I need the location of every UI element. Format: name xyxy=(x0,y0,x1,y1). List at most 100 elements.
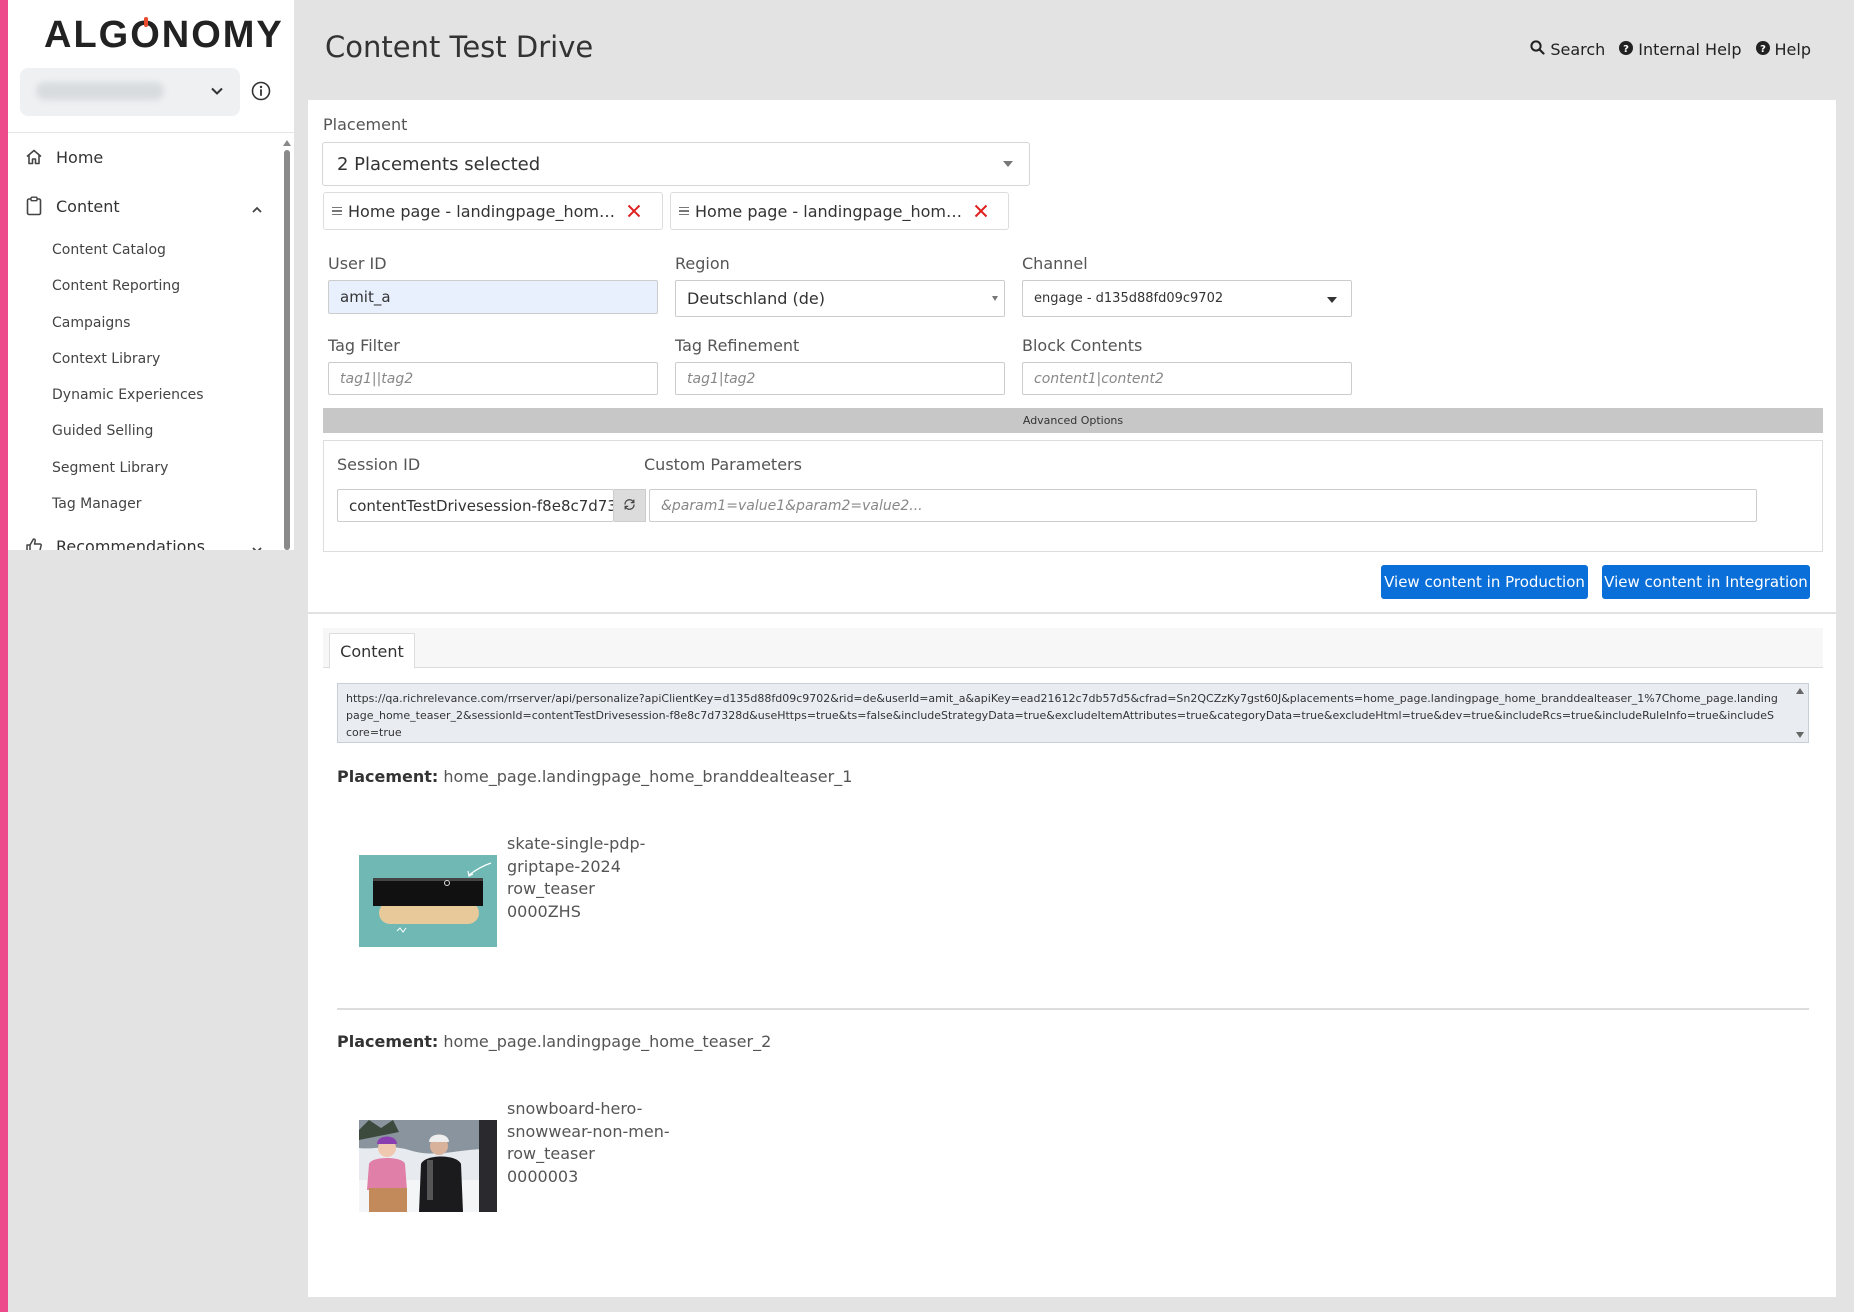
chevron-up-icon[interactable] xyxy=(250,202,264,216)
question-circle-icon: ? xyxy=(1755,40,1770,59)
product-image-snowboard xyxy=(359,1120,497,1212)
sidebar-subitem-campaigns[interactable]: Campaigns xyxy=(52,315,130,331)
product-line: snowwear-non-men- xyxy=(507,1121,670,1141)
placement-name: home_page.landingpage_home_branddealteas… xyxy=(443,767,853,786)
sidebar-item-home[interactable]: Home xyxy=(24,147,103,167)
product-line: row_teaser xyxy=(507,879,595,898)
question-circle-icon: ? xyxy=(1619,40,1634,59)
tag-refinement-input[interactable]: tag1|tag2 xyxy=(675,362,1005,395)
account-name-redacted xyxy=(36,82,164,100)
sidebar-subitem-context-library[interactable]: Context Library xyxy=(52,351,160,367)
session-id-label: Session ID xyxy=(337,455,421,474)
help-label: Help xyxy=(1774,40,1811,59)
advanced-options-toggle[interactable]: Advanced Options xyxy=(323,408,1823,433)
sidebar-subitem-tag-manager[interactable]: Tag Manager xyxy=(52,496,142,512)
placement-divider xyxy=(337,1008,1809,1010)
drag-handle-icon[interactable] xyxy=(679,206,689,216)
product-line: 0000ZHS xyxy=(507,901,581,921)
sidebar-item-label: Recommendations xyxy=(56,536,205,551)
page-title: Content Test Drive xyxy=(325,30,594,64)
placement-chip-label: Home page - landingpage_home_teaser_2 xyxy=(695,201,967,221)
product-line: row_teaser xyxy=(507,1144,595,1163)
search-link[interactable]: Search xyxy=(1530,40,1605,59)
request-url-box[interactable]: https://qa.richrelevance.com/rrserver/ap… xyxy=(337,683,1809,743)
svg-text:?: ? xyxy=(1760,44,1766,55)
refresh-session-button[interactable] xyxy=(614,489,646,522)
sidebar-separator xyxy=(8,132,294,133)
session-id-input[interactable]: contentTestDrivesession-f8e8c7d7328d xyxy=(337,489,614,522)
tag-refinement-placeholder: tag1|tag2 xyxy=(687,371,756,387)
view-production-button[interactable]: View content in Production xyxy=(1381,565,1588,599)
tag-filter-placeholder: tag1||tag2 xyxy=(340,371,414,387)
region-select[interactable]: Deutschland (de) xyxy=(675,280,1005,317)
svg-text:?: ? xyxy=(1623,44,1629,55)
block-contents-placeholder: content1|content2 xyxy=(1034,371,1164,387)
advanced-options-panel: Session ID contentTestDrivesession-f8e8c… xyxy=(323,440,1823,552)
placement-chip[interactable]: Home page - landingpage_home_branddealte… xyxy=(323,192,663,230)
channel-select[interactable]: engage - d135d88fd09c9702 xyxy=(1022,280,1352,317)
tag-refinement-label: Tag Refinement xyxy=(675,336,800,355)
internal-help-label: Internal Help xyxy=(1638,40,1742,59)
sidebar-subitem-dynamic-experiences[interactable]: Dynamic Experiences xyxy=(52,387,204,403)
remove-icon[interactable] xyxy=(626,203,642,219)
scroll-down-arrow-icon[interactable] xyxy=(1796,732,1804,738)
custom-params-label: Custom Parameters xyxy=(644,455,802,474)
region-value: Deutschland (de) xyxy=(687,289,825,308)
product-line: skate-single-pdp- xyxy=(507,834,646,853)
placement-label: Placement xyxy=(323,115,408,134)
chevron-down-icon[interactable] xyxy=(250,542,264,550)
sidebar-subitem-segment-library[interactable]: Segment Library xyxy=(52,460,168,476)
custom-params-placeholder: &param1=value1&param2=value2... xyxy=(661,498,923,514)
product-info: skate-single-pdp- griptape-2024 row_teas… xyxy=(507,833,645,923)
user-id-input[interactable]: amit_a xyxy=(328,280,658,314)
session-id-value: contentTestDrivesession-f8e8c7d7328d xyxy=(349,497,613,515)
sidebar-item-recommendations[interactable]: Recommendations xyxy=(24,536,205,550)
sidebar-item-content[interactable]: Content xyxy=(24,196,120,216)
test-drive-card: Placement 2 Placements selected Home pag… xyxy=(308,100,1836,1297)
algonomy-logo[interactable]: ALGONOMY xyxy=(44,14,284,57)
internal-help-link[interactable]: ? Internal Help xyxy=(1619,40,1742,59)
drag-handle-icon[interactable] xyxy=(332,206,342,216)
placement-name: home_page.landingpage_home_teaser_2 xyxy=(443,1032,772,1051)
section-divider xyxy=(308,612,1836,614)
block-contents-input[interactable]: content1|content2 xyxy=(1022,362,1352,395)
sidebar-item-label: Home xyxy=(56,147,104,167)
view-integration-button[interactable]: View content in Integration xyxy=(1602,565,1810,599)
account-selector[interactable] xyxy=(20,68,240,116)
custom-params-input[interactable]: &param1=value1&param2=value2... xyxy=(649,489,1757,522)
region-label: Region xyxy=(675,254,730,273)
placement-chip[interactable]: Home page - landingpage_home_teaser_2 xyxy=(670,192,1009,230)
clipboard-icon xyxy=(24,196,44,216)
channel-label: Channel xyxy=(1022,254,1088,273)
sidebar-scrollbar[interactable] xyxy=(282,140,292,550)
tag-filter-input[interactable]: tag1||tag2 xyxy=(328,362,658,395)
thumbs-up-icon xyxy=(24,536,44,550)
request-url-text: https://qa.richrelevance.com/rrserver/ap… xyxy=(346,692,1778,739)
refresh-icon xyxy=(623,496,636,515)
info-icon[interactable] xyxy=(250,80,272,102)
brand-accent-bar xyxy=(0,0,8,1312)
chevron-down-icon xyxy=(206,80,228,102)
search-icon xyxy=(1530,40,1545,59)
sidebar-nav: Home Content Content Catalog Content Rep… xyxy=(8,140,278,550)
sidebar-subitem-guided-selling[interactable]: Guided Selling xyxy=(52,423,153,439)
sidebar-subitem-content-reporting[interactable]: Content Reporting xyxy=(52,278,180,294)
sidebar-item-label: Content xyxy=(56,196,120,216)
tab-content[interactable]: Content xyxy=(329,633,415,669)
placement-select[interactable]: 2 Placements selected xyxy=(322,142,1030,186)
caret-down-icon xyxy=(1003,161,1013,167)
scrollbar-thumb[interactable] xyxy=(284,150,290,550)
placement-select-value: 2 Placements selected xyxy=(337,154,541,175)
placement-chip-label: Home page - landingpage_home_branddealte… xyxy=(348,201,620,221)
scroll-up-arrow-icon[interactable] xyxy=(1796,688,1804,694)
help-link[interactable]: ? Help xyxy=(1755,40,1811,59)
remove-icon[interactable] xyxy=(973,203,989,219)
results-tabs: Content xyxy=(323,628,1823,669)
scroll-up-arrow-icon[interactable] xyxy=(283,140,291,146)
product-info: snowboard-hero- snowwear-non-men- row_te… xyxy=(507,1098,670,1188)
placement-heading: Placement: home_page.landingpage_home_br… xyxy=(337,767,852,786)
caret-down-icon xyxy=(1327,297,1337,303)
sidebar-subitem-content-catalog[interactable]: Content Catalog xyxy=(52,242,166,258)
tag-filter-label: Tag Filter xyxy=(328,336,400,355)
user-id-value: amit_a xyxy=(340,288,391,306)
